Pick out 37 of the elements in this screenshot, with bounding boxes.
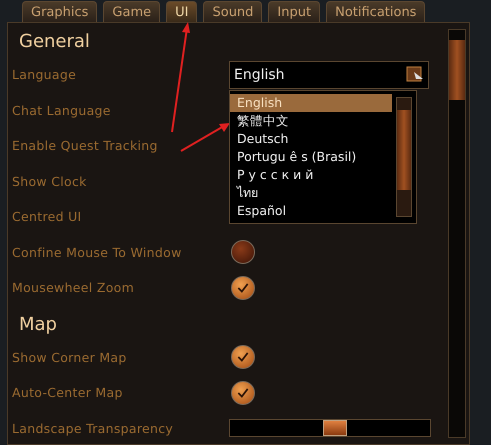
slider-thumb[interactable] [322, 420, 347, 436]
language-option[interactable]: Deutsch [230, 130, 392, 148]
section-heading: Map [18, 312, 58, 336]
language-option[interactable]: 繁體中文 [230, 112, 392, 130]
checkbox[interactable] [231, 380, 255, 405]
setting-label: Show Corner Map [12, 350, 128, 365]
setting-label: Landscape Transparency [12, 420, 174, 436]
check-icon [236, 280, 250, 295]
language-option[interactable]: Español [230, 202, 392, 220]
language-option[interactable]: ไทย [230, 184, 392, 202]
section-heading: General [18, 30, 91, 54]
setting-label: Mousewheel Zoom [12, 280, 136, 296]
language-option[interactable]: Portugu ê s (Brasil) [230, 148, 392, 166]
language-option[interactable]: Р у с с к и й [230, 166, 392, 184]
setting-label: Language [12, 67, 78, 82]
tab[interactable]: Sound [203, 1, 262, 22]
setting-label: Confine Mouse To Window [12, 244, 183, 260]
language-dropdown[interactable]: English [229, 60, 429, 89]
setting-label: Chat Language [12, 102, 112, 118]
checkbox[interactable] [231, 240, 255, 264]
setting-label: Enable Quest Tracking [12, 138, 159, 154]
scrollbar[interactable] [448, 29, 466, 438]
tab[interactable]: Graphics [22, 1, 98, 22]
checkbox[interactable] [231, 276, 255, 300]
tab[interactable]: UI [166, 1, 198, 22]
setting-label: Centred UI [12, 209, 83, 224]
check-icon [236, 386, 250, 400]
language-option[interactable]: English [230, 94, 392, 112]
scrollbar[interactable] [396, 96, 412, 217]
tab[interactable]: Game [103, 1, 160, 22]
checkbox[interactable] [231, 345, 255, 370]
tab[interactable]: Input [268, 1, 320, 22]
setting-label: Auto-Center Map [12, 385, 124, 400]
tab[interactable]: Notifications [326, 1, 426, 22]
setting-label: Show Clock [12, 174, 88, 189]
dropdown-icon[interactable] [406, 66, 424, 84]
check-icon [236, 350, 250, 364]
